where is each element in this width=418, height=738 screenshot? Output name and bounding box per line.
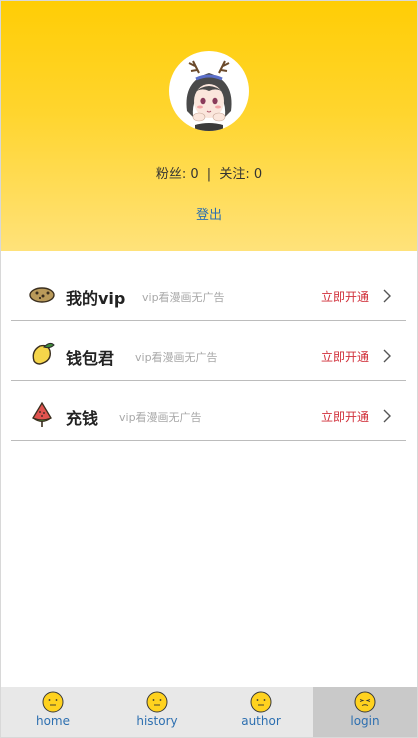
cookie-icon xyxy=(29,287,55,303)
watermelon-icon xyxy=(32,401,52,427)
profile-header: 粉丝: 0 | 关注: 0 登出 xyxy=(1,1,417,251)
bottom-tab-bar: home history author login xyxy=(1,687,417,737)
menu-item-wallet[interactable]: 钱包君 vip看漫画无广告 立即开通 xyxy=(11,323,406,381)
chevron-right-icon xyxy=(383,409,391,423)
menu-item-desc: vip看漫画无广告 xyxy=(142,291,225,304)
stats-separator: | xyxy=(206,167,212,182)
tab-label: author xyxy=(241,714,281,728)
menu-item-recharge[interactable]: 充钱 vip看漫画无广告 立即开通 xyxy=(11,383,406,441)
menu-item-title: 充钱 xyxy=(66,409,99,428)
smiley-face-icon xyxy=(250,691,272,713)
menu-item-desc: vip看漫画无广告 xyxy=(135,351,218,364)
tab-label: history xyxy=(136,714,178,728)
chevron-right-icon xyxy=(383,289,391,303)
menu-item-title: 钱包君 xyxy=(66,349,115,368)
followers-count: 粉丝: 0 xyxy=(155,167,199,182)
menu-item-vip[interactable]: 我的vip vip看漫画无广告 立即开通 xyxy=(11,263,406,321)
tab-home[interactable]: home xyxy=(1,687,105,737)
tab-label: home xyxy=(35,714,71,728)
wink-face-icon xyxy=(354,691,376,713)
activate-link[interactable]: 立即开通 xyxy=(321,408,369,425)
tab-author[interactable]: author xyxy=(209,687,313,737)
chevron-right-icon xyxy=(383,349,391,363)
logout-link[interactable]: 登出 xyxy=(1,204,417,223)
tab-history[interactable]: history xyxy=(105,687,209,737)
smiley-face-icon xyxy=(42,691,64,713)
following-count: 关注: 0 xyxy=(219,167,263,182)
activate-link[interactable]: 立即开通 xyxy=(321,288,369,305)
tab-label: login xyxy=(350,714,380,728)
menu-item-title: 我的vip xyxy=(66,289,126,308)
tab-login[interactable]: login xyxy=(313,687,417,737)
follow-stats: 粉丝: 0 | 关注: 0 xyxy=(1,163,417,182)
menu-list: 我的vip vip看漫画无广告 立即开通 钱包君 vip看漫画无广告 立即开通 xyxy=(11,263,406,443)
activate-link[interactable]: 立即开通 xyxy=(321,348,369,365)
app-frame: 粉丝: 0 | 关注: 0 登出 我的vip vip看漫画无广告 立即开通 钱包… xyxy=(0,0,418,738)
lemon-icon xyxy=(32,342,55,365)
smiley-face-icon xyxy=(146,691,168,713)
anime-avatar-icon xyxy=(186,60,232,131)
avatar[interactable] xyxy=(169,51,249,131)
menu-item-desc: vip看漫画无广告 xyxy=(119,411,202,424)
